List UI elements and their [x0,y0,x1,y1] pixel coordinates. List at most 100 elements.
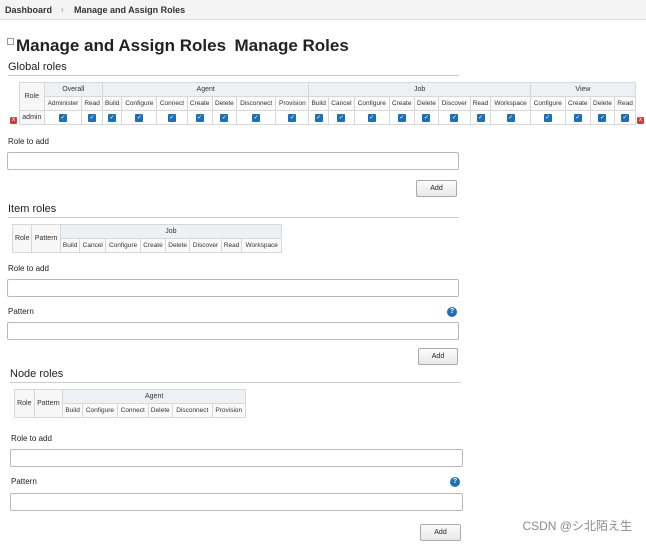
permission-header: Configure [529,96,566,111]
permission-header: Provision [211,403,247,418]
permission-group-header: Agent [101,82,310,97]
permission-header: Workspace [490,96,531,111]
permission-cell: ✓ [614,110,636,125]
role-column-header: Role [14,389,35,418]
checkbox-checked[interactable]: ✓ [450,113,459,122]
permission-header: Configure [353,96,390,111]
checkbox-checked[interactable]: ✓ [220,113,229,122]
permission-header: Disconnect [236,96,277,111]
item-add-button[interactable]: Add [418,348,458,365]
permission-header: Read [469,96,492,111]
checkbox-checked[interactable]: ✓ [135,113,144,122]
permission-group-header: Overall [43,82,103,97]
node-role-to-add-label: Role to add [11,434,52,443]
permission-cell: ✓ [353,110,390,125]
help-icon[interactable]: ? [447,307,457,317]
permission-header: Build [101,96,123,111]
permission-header: Delete [165,238,191,253]
node-roles-title: Node roles [10,368,461,383]
node-pattern-input[interactable] [10,493,463,511]
permission-cell: ✓ [589,110,616,125]
permission-header: Cancel [327,96,355,111]
permission-header: Configure [81,403,118,418]
delete-role-icon[interactable]: x [637,117,644,124]
node-roles-table: Role Pattern Agent Build Configure Connect Del… [14,389,247,418]
permission-header: Create [186,96,213,111]
checkbox-checked[interactable]: ✓ [288,113,297,122]
checkbox-checked[interactable]: ✓ [167,113,176,122]
permission-cell: ✓ [413,110,440,125]
permission-header: Create [139,238,167,253]
permission-cell: ✓ [81,110,103,125]
node-add-button[interactable]: Add [420,524,461,541]
checkbox-checked[interactable]: ✓ [621,113,630,122]
delete-role-icon[interactable]: x [10,117,17,124]
help-icon[interactable]: ? [450,477,460,487]
permission-header: Provision [275,96,310,111]
permission-group-header: View [529,82,637,97]
permission-header: Read [614,96,636,111]
checkbox-checked[interactable]: ✓ [108,113,117,122]
permission-cell: ✓ [186,110,213,125]
checkbox-checked[interactable]: ✓ [252,113,261,122]
checkbox-checked[interactable]: ✓ [598,113,607,122]
permission-cell: ✓ [211,110,238,125]
table-header-row: Role Overall Agent Job View [19,82,637,111]
permission-cell: ✓ [564,110,591,125]
permission-header: Connect [156,96,188,111]
permission-cell: ✓ [275,110,310,125]
role-column-header: Role [11,224,33,253]
permission-header: Delete [589,96,616,111]
item-roles-title: Item roles [8,203,459,218]
global-roles-title: Global roles [8,61,459,76]
permission-cell: ✓ [43,110,83,125]
role-name: admin [19,110,45,125]
checkbox-checked[interactable]: ✓ [543,113,552,122]
permission-group-header: Job [59,224,283,239]
checkbox-checked[interactable]: ✓ [573,113,582,122]
permission-header: Build [62,403,83,418]
permission-cell: ✓ [388,110,415,125]
checkbox-checked[interactable]: ✓ [506,113,515,122]
checkbox-checked[interactable]: ✓ [397,113,406,122]
role-column-header: Role [19,82,45,111]
breadcrumb-dashboard-link[interactable]: Dashboard [5,5,52,15]
item-pattern-input[interactable] [7,322,459,340]
permission-header: Configure [121,96,158,111]
permission-cell: ✓ [327,110,355,125]
checkbox-checked[interactable]: ✓ [314,113,323,122]
permission-header-row: Administer Read Build Configure Connect Creat… [20,96,636,111]
permission-header: Delete [413,96,440,111]
broken-image: Manage and Assign Roles [7,36,226,55]
permission-header: Delete [211,96,238,111]
checkbox-checked[interactable]: ✓ [476,113,485,122]
global-roles-table: Role Overall Agent Job View Administer Read Bui… [19,82,637,125]
broken-image-icon [7,38,14,45]
permission-cell: ✓ [469,110,492,125]
permission-header: Read [220,238,243,253]
permission-header: Configure [105,238,141,253]
permission-cell: ✓ [101,110,123,125]
permission-group-header: Agent [62,389,246,404]
item-role-to-add-input[interactable] [7,279,459,297]
permission-cell: ✓ [156,110,188,125]
checkbox-checked[interactable]: ✓ [337,113,346,122]
checkbox-checked[interactable]: ✓ [367,113,376,122]
permission-header: Connect [116,403,149,418]
permission-header: Discover [189,238,222,253]
permission-group-header: Job [308,82,531,97]
checkbox-checked[interactable]: ✓ [422,113,431,122]
checkbox-checked[interactable]: ✓ [88,113,97,122]
node-role-to-add-input[interactable] [10,449,463,467]
pattern-column-header: Pattern [31,224,61,253]
broken-image-alt: Manage and Assign Roles [16,36,227,55]
global-role-to-add-input[interactable] [7,152,459,170]
page-title: Manage Roles [234,36,349,55]
permission-cell: ✓ [121,110,158,125]
item-roles-table: Role Pattern Job Build Cancel Configure Create… [11,224,283,253]
permission-cell: ✓ [236,110,277,125]
node-pattern-label: Pattern [11,477,37,486]
checkbox-checked[interactable]: ✓ [195,113,204,122]
global-add-button[interactable]: Add [416,180,457,197]
checkbox-checked[interactable]: ✓ [58,113,67,122]
